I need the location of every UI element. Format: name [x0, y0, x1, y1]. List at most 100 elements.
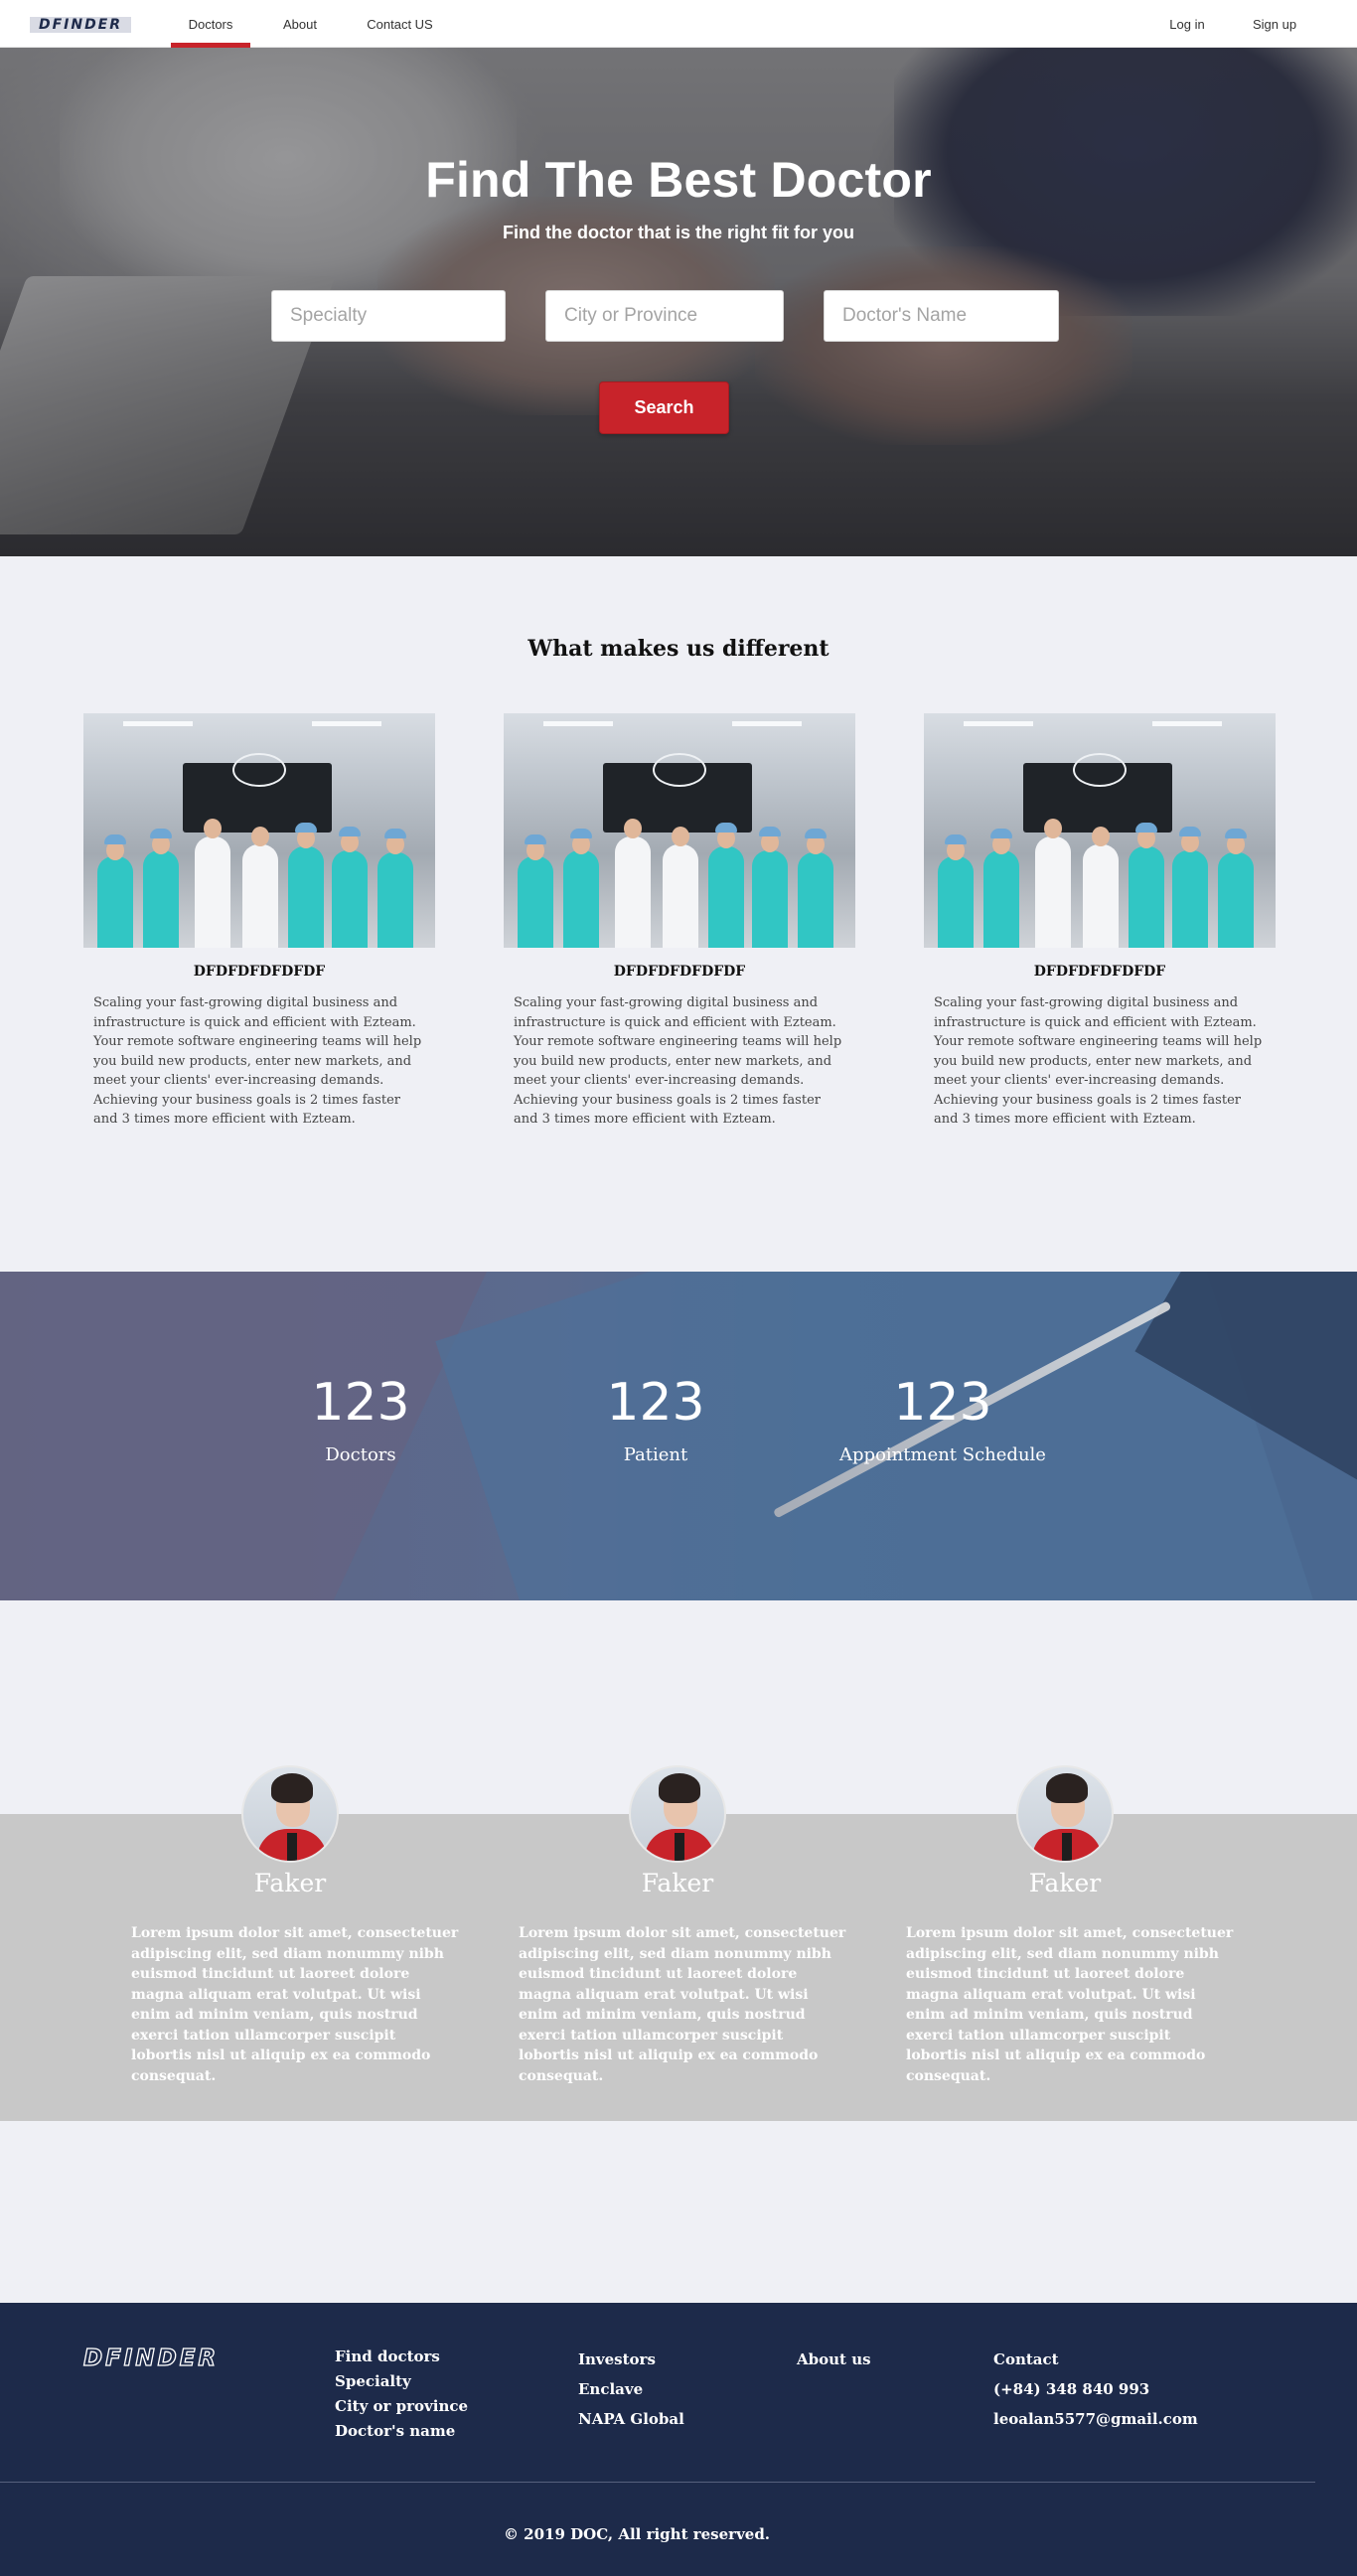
stat-patient: 123 Patient — [556, 1373, 755, 1465]
nav-link-doctors[interactable]: Doctors — [171, 0, 250, 48]
image-detail — [708, 846, 744, 948]
image-detail — [242, 844, 278, 948]
image-detail — [339, 827, 361, 836]
image-detail — [990, 829, 1012, 838]
feature-card-title: DFDFDFDFDFDF — [193, 964, 326, 980]
image-detail — [123, 721, 193, 726]
stat-number: 123 — [893, 1373, 992, 1433]
testimonial-text: Lorem ipsum dolor sit amet, consectetuer… — [519, 1925, 846, 2084]
image-detail — [384, 829, 406, 838]
image-detail — [232, 753, 286, 787]
testimonial-card: Faker Lorem ipsum dolor sit amet, consec… — [896, 1765, 1234, 2086]
image-detail — [653, 753, 706, 787]
signup-link[interactable]: Sign up — [1240, 0, 1309, 48]
avatar — [629, 1765, 726, 1863]
hero-title: Find The Best Doctor — [425, 152, 932, 208]
image-detail — [563, 850, 599, 948]
image-detail — [1044, 819, 1062, 838]
image-detail — [732, 721, 802, 726]
image-detail — [715, 823, 737, 833]
footer-link-city[interactable]: City or province — [335, 2394, 468, 2419]
image-detail — [1172, 850, 1208, 948]
medical-team-image — [504, 713, 855, 948]
feature-card-text: Scaling your fast-growing digital busine… — [934, 995, 1263, 1127]
avatar — [1016, 1765, 1114, 1863]
testimonial-name: Faker — [1028, 1869, 1102, 1897]
image-detail — [312, 721, 381, 726]
image-detail — [615, 836, 651, 948]
footer-column-partners: Investors Enclave NAPA Global — [578, 2345, 684, 2434]
image-detail — [938, 856, 974, 948]
hero-subtitle: Find the doctor that is the right fit fo… — [503, 223, 854, 242]
image-detail — [805, 829, 827, 838]
page: DFINDER Doctors About Contact US Log in … — [0, 0, 1357, 2576]
footer-contact-title: Contact — [993, 2350, 1059, 2368]
search-button[interactable]: Search — [599, 381, 729, 434]
feature-card-title: DFDFDFDFDFDF — [1033, 964, 1166, 980]
avatar — [241, 1765, 339, 1863]
testimonial-card: Faker Lorem ipsum dolor sit amet, consec… — [509, 1765, 846, 2086]
avatar-detail — [1032, 1829, 1102, 1861]
avatar-detail — [257, 1829, 327, 1861]
avatar-detail — [1046, 1773, 1088, 1803]
footer-link-investors[interactable]: Investors — [578, 2345, 684, 2374]
image-detail — [672, 827, 689, 846]
feature-card-text: Scaling your fast-growing digital busine… — [93, 995, 422, 1127]
image-detail — [104, 834, 126, 844]
image-detail — [1083, 844, 1119, 948]
footer-link-find-doctors[interactable]: Find doctors — [335, 2345, 468, 2369]
stat-appointment: 123 Appointment Schedule — [824, 1373, 1062, 1465]
login-link[interactable]: Log in — [1152, 0, 1222, 48]
feature-card: DFDFDFDFDFDF Scaling your fast-growing d… — [504, 713, 855, 1130]
feature-card-text: Scaling your fast-growing digital busine… — [514, 995, 842, 1127]
footer-link-napa-global[interactable]: NAPA Global — [578, 2404, 684, 2434]
testimonial-name: Faker — [253, 1869, 327, 1897]
testimonial-text: Lorem ipsum dolor sit amet, consectetuer… — [131, 1925, 459, 2084]
footer-link-enclave[interactable]: Enclave — [578, 2374, 684, 2404]
image-detail — [518, 856, 553, 948]
footer-column-contact: Contact (+84) 348 840 993 leoalan5577@gm… — [993, 2345, 1198, 2434]
medical-team-image — [924, 713, 1276, 948]
section-heading-different: What makes us different — [528, 636, 829, 662]
stat-number: 123 — [606, 1373, 705, 1433]
image-detail — [295, 823, 317, 833]
testimonial-text: Lorem ipsum dolor sit amet, consectetuer… — [906, 1925, 1234, 2084]
copyright-text: © 2019 DOC, All right reserved. — [503, 2525, 771, 2543]
footer-link-doctor-name[interactable]: Doctor's name — [335, 2419, 468, 2444]
city-province-input[interactable] — [545, 290, 784, 342]
image-detail — [143, 850, 179, 948]
footer-divider — [0, 2482, 1315, 2483]
avatar-detail — [645, 1829, 714, 1861]
doctor-name-input[interactable] — [824, 290, 1059, 342]
testimonial-card: Faker Lorem ipsum dolor sit amet, consec… — [121, 1765, 459, 2086]
image-detail — [1129, 846, 1164, 948]
specialty-input[interactable] — [271, 290, 506, 342]
feature-card: DFDFDFDFDFDF Scaling your fast-growing d… — [83, 713, 435, 1130]
image-detail — [204, 819, 222, 838]
image-detail — [1152, 721, 1222, 726]
footer-link-specialty[interactable]: Specialty — [335, 2369, 468, 2394]
image-detail — [251, 827, 269, 846]
top-navbar: DFINDER Doctors About Contact US Log in … — [0, 0, 1357, 48]
image-detail — [97, 856, 133, 948]
footer-column-search: Find doctors Specialty City or province … — [335, 2345, 468, 2444]
image-detail — [1092, 827, 1110, 846]
image-detail — [150, 829, 172, 838]
footer-contact-email[interactable]: leoalan5577@gmail.com — [993, 2404, 1198, 2434]
image-detail — [543, 721, 613, 726]
image-detail — [1035, 836, 1071, 948]
stat-label: Patient — [623, 1444, 688, 1465]
avatar-detail — [659, 1773, 700, 1803]
medical-team-image — [83, 713, 435, 948]
nav-link-contact[interactable]: Contact US — [353, 0, 447, 48]
footer-logo[interactable]: DFINDER — [82, 2345, 260, 2372]
testimonial-name: Faker — [641, 1869, 714, 1897]
image-detail — [525, 834, 546, 844]
image-detail — [964, 721, 1033, 726]
image-detail — [759, 827, 781, 836]
brand-logo[interactable]: DFINDER — [30, 17, 131, 33]
nav-link-about[interactable]: About — [268, 0, 332, 48]
feature-card-title: DFDFDFDFDFDF — [613, 964, 746, 980]
footer-link-about-us[interactable]: About us — [797, 2345, 871, 2374]
image-detail — [624, 819, 642, 838]
